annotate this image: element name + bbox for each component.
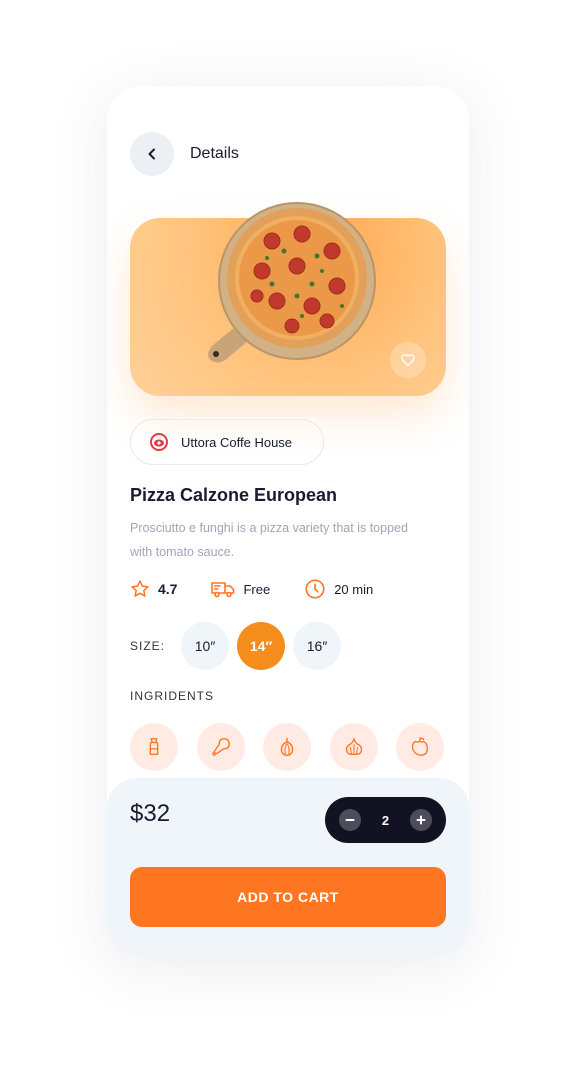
restaurant-chip[interactable]: Uttora Coffe House	[130, 419, 324, 465]
delivery-value: Free	[243, 581, 271, 597]
ingredient-chicken[interactable]	[196, 723, 245, 771]
ingredient-pepper[interactable]	[396, 723, 444, 771]
size-option-16[interactable]: 16″	[293, 622, 342, 670]
add-to-cart-button[interactable]: ADD TO CART	[130, 867, 446, 927]
ingredients-title: INGRIDENTS	[130, 689, 215, 703]
onion-icon	[280, 737, 294, 756]
quantity-value: 2	[381, 812, 390, 828]
checkout-panel: $32 2 ADD TO CART	[107, 778, 469, 956]
time-value: 20 min	[334, 581, 374, 597]
delivery-truck-icon	[211, 582, 235, 598]
size-option-10[interactable]: 10″	[181, 622, 230, 670]
heart-icon	[401, 354, 415, 366]
back-button[interactable]	[130, 132, 174, 176]
product-title: Pizza Calzone European	[130, 485, 338, 505]
restaurant-name: Uttora Coffe House	[181, 434, 293, 450]
ingredients-list	[130, 723, 444, 771]
favorite-button[interactable]	[390, 342, 426, 378]
size-option-14[interactable]: 14″	[237, 622, 286, 670]
chicken-icon	[211, 738, 230, 756]
restaurant-logo-icon	[150, 433, 168, 451]
plus-icon	[416, 815, 426, 825]
clock-icon	[305, 579, 325, 599]
chevron-left-icon	[148, 148, 155, 160]
size-label: SIZE:	[130, 639, 166, 653]
pepper-icon	[411, 737, 429, 756]
decrement-button[interactable]	[339, 809, 361, 831]
product-stats: 4.7 Free 20 min	[130, 578, 407, 600]
ingredient-onion[interactable]	[263, 723, 311, 771]
time-stat: 20 min	[304, 578, 373, 600]
garlic-icon	[345, 738, 362, 756]
quantity-stepper: 2	[325, 797, 446, 843]
rating-value: 4.7	[158, 581, 178, 597]
pizza-image	[202, 196, 382, 376]
star-icon	[131, 580, 149, 597]
rating-stat: 4.7	[130, 579, 177, 599]
phone-screen: Details Uttora Coffe House Pizza Calzone…	[107, 86, 469, 956]
salt-icon	[149, 738, 159, 756]
page-title: Details	[190, 145, 239, 162]
ingredient-garlic[interactable]	[329, 723, 378, 771]
price: $32	[130, 800, 171, 827]
increment-button[interactable]	[409, 809, 432, 831]
size-selector: SIZE: 10″ 14″ 16″	[130, 622, 349, 670]
minus-icon	[345, 819, 355, 821]
ingredient-salt[interactable]	[130, 723, 178, 771]
delivery-stat: Free	[211, 580, 270, 598]
product-description: Prosciutto e funghi is a pizza variety t…	[130, 521, 408, 559]
